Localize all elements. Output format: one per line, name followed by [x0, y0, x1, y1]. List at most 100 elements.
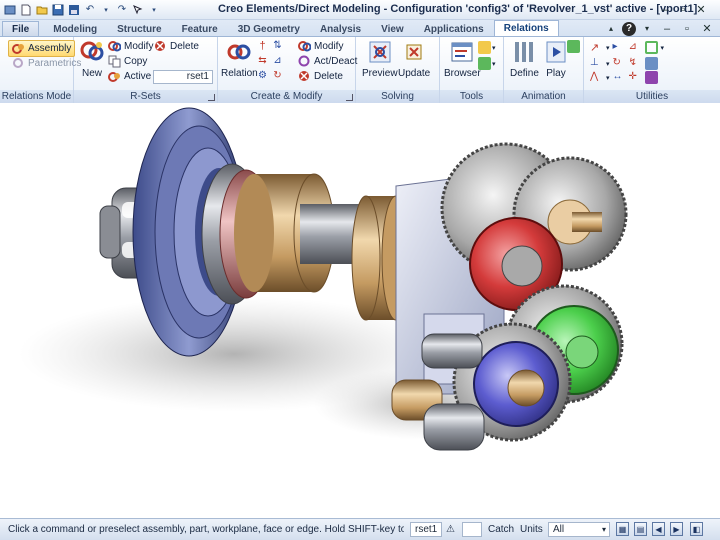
- axis-dropdown-icon[interactable]: ▾: [606, 60, 610, 68]
- customize-toolbar-icon[interactable]: ▾: [147, 3, 161, 17]
- doc-close-icon[interactable]: ✕: [698, 21, 716, 36]
- snap-icon[interactable]: ↯: [629, 57, 642, 70]
- new-file-icon[interactable]: [19, 3, 33, 17]
- redo-icon[interactable]: ↷: [115, 3, 129, 17]
- parametrics-mode-button[interactable]: Parametrics: [12, 57, 81, 70]
- sketch-icon[interactable]: ↗: [590, 41, 603, 54]
- small-cylinder[interactable]: [421, 333, 483, 369]
- doc-minimize-icon[interactable]: –: [658, 21, 676, 36]
- copy-rset-button[interactable]: Copy: [108, 55, 147, 68]
- save-all-icon[interactable]: [67, 3, 81, 17]
- coordinate-icon[interactable]: ✛: [629, 71, 642, 84]
- create-modify-launcher-icon[interactable]: [346, 94, 353, 101]
- layer-icon[interactable]: ▤: [634, 522, 647, 536]
- relation-button[interactable]: Relation: [221, 40, 258, 79]
- animation-path-icon[interactable]: [567, 40, 580, 53]
- modify-relation-label: Modify: [314, 41, 344, 52]
- check-icon[interactable]: [478, 57, 491, 70]
- tools-small-2: ▾: [478, 57, 496, 70]
- pivot-icon[interactable]: ⊿: [271, 55, 284, 68]
- tab-modeling[interactable]: Modeling: [43, 21, 107, 36]
- update-button[interactable]: Update: [398, 40, 430, 79]
- ribbon-minimize-icon[interactable]: ▴: [602, 21, 620, 36]
- act-deact-icon: [298, 55, 311, 68]
- app-menu-icon[interactable]: [3, 3, 17, 17]
- delete-rset-button[interactable]: Delete: [154, 40, 199, 53]
- group-label-create-modify: Create & Modify: [218, 90, 355, 103]
- select-icon[interactable]: [131, 3, 145, 17]
- filter-select[interactable]: All ▾: [548, 522, 610, 537]
- rotate-view-icon[interactable]: ↻: [613, 57, 626, 70]
- tab-analysis[interactable]: Analysis: [310, 21, 371, 36]
- triad-icon[interactable]: ⋀: [590, 71, 603, 84]
- split-view-icon[interactable]: ◧: [690, 522, 703, 536]
- catch-label[interactable]: Catch: [488, 524, 514, 535]
- 3d-viewport[interactable]: [4, 104, 716, 518]
- maximize-icon[interactable]: ▫: [674, 2, 692, 17]
- warning-icon[interactable]: ⚠: [446, 524, 455, 535]
- constraint-icon[interactable]: †: [256, 40, 269, 53]
- view-icon[interactable]: ▦: [616, 522, 629, 536]
- delete-relation-button[interactable]: Delete: [298, 70, 343, 83]
- rset-status-field[interactable]: rset1: [410, 522, 442, 537]
- help-icon[interactable]: ?: [622, 21, 636, 36]
- align-icon[interactable]: ⇅: [271, 40, 284, 53]
- tab-feature[interactable]: Feature: [172, 21, 228, 36]
- help-dropdown-icon[interactable]: ▾: [638, 21, 656, 36]
- active-rset-button[interactable]: Active: [108, 70, 151, 83]
- modify-relation-button[interactable]: Modify: [298, 40, 343, 53]
- next-icon[interactable]: ▶: [670, 522, 683, 536]
- pointer-icon[interactable]: ▸: [613, 41, 626, 54]
- relation-type-tools-2: ⇆ ⊿: [256, 55, 284, 68]
- dimension-icon[interactable]: ↔: [613, 71, 626, 84]
- play-animation-button[interactable]: Play: [544, 40, 568, 79]
- sketch-dropdown-icon[interactable]: ▾: [606, 44, 610, 52]
- close-icon[interactable]: ✕: [692, 2, 710, 17]
- preview-button[interactable]: Preview: [362, 40, 398, 79]
- tab-file[interactable]: File: [2, 21, 40, 36]
- triad-dropdown-icon[interactable]: ▾: [606, 74, 610, 82]
- delete-relation-label: Delete: [314, 71, 343, 82]
- act-deact-button[interactable]: Act/Deact: [298, 55, 357, 68]
- undo-icon[interactable]: ↶: [83, 3, 97, 17]
- save-icon[interactable]: [51, 3, 65, 17]
- define-animation-button[interactable]: Define: [510, 40, 539, 79]
- frame-icon[interactable]: [644, 41, 658, 54]
- tab-3d-geometry[interactable]: 3D Geometry: [228, 21, 310, 36]
- flip-icon[interactable]: ⇆: [256, 55, 269, 68]
- assembly-label: Assembly: [28, 43, 72, 54]
- measure-icon[interactable]: ⊿: [629, 41, 642, 54]
- tab-structure[interactable]: Structure: [107, 21, 171, 36]
- bottom-cylinder[interactable]: [423, 403, 485, 451]
- rotate-icon[interactable]: ↻: [271, 70, 284, 83]
- new-rset-button[interactable]: New: [80, 40, 104, 79]
- frame-dropdown-icon[interactable]: ▾: [661, 44, 665, 52]
- filter-dropdown-icon[interactable]: ▾: [492, 44, 496, 52]
- revolver-assembly-model[interactable]: [4, 104, 716, 518]
- doc-restore-icon[interactable]: ▫: [678, 21, 696, 36]
- tools-small-1: ▾: [478, 41, 496, 54]
- open-folder-icon[interactable]: [35, 3, 49, 17]
- check-dropdown-icon[interactable]: ▾: [492, 60, 496, 68]
- red-gear-hub: [501, 245, 543, 287]
- modify-rset-button[interactable]: Modify: [108, 40, 153, 53]
- units-label[interactable]: Units: [520, 524, 543, 535]
- undo-dropdown-icon[interactable]: ▾: [99, 3, 113, 17]
- gear-relation-icon[interactable]: ⚙: [256, 70, 269, 83]
- previous-icon[interactable]: ◀: [652, 522, 665, 536]
- grid-icon[interactable]: [644, 57, 658, 70]
- tab-applications[interactable]: Applications: [414, 21, 494, 36]
- tab-view[interactable]: View: [371, 21, 414, 36]
- rsets-launcher-icon[interactable]: [208, 94, 215, 101]
- tab-relations[interactable]: Relations: [493, 20, 559, 36]
- filter-select-arrow-icon: ▾: [601, 525, 606, 534]
- table-icon[interactable]: [644, 71, 658, 84]
- filter-icon[interactable]: [478, 41, 491, 54]
- window-title: Creo Elements/Direct Modeling - Configur…: [218, 3, 698, 15]
- active-rset-field[interactable]: rset1: [153, 70, 213, 84]
- axis-icon[interactable]: ⊥: [590, 57, 603, 70]
- minimize-icon[interactable]: –: [656, 2, 674, 17]
- blank-status-field[interactable]: [462, 522, 482, 537]
- browser-button[interactable]: Browser: [444, 40, 481, 79]
- assembly-mode-button[interactable]: Assembly: [8, 40, 76, 57]
